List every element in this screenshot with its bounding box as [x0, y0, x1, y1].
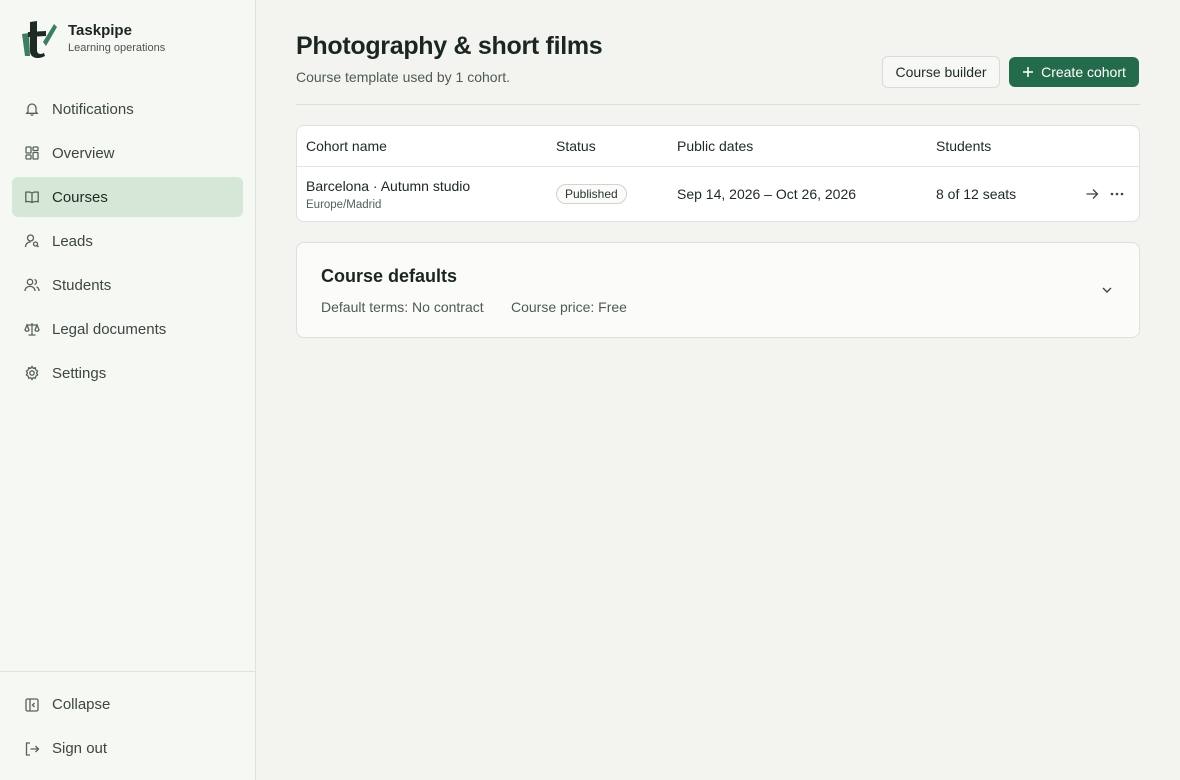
- table-row[interactable]: Barcelona · Autumn studio Europe/Madrid …: [297, 167, 1139, 221]
- table-header: Cohort name Status Public dates Students: [297, 126, 1139, 167]
- collapse-label: Collapse: [52, 696, 111, 713]
- sidebar-item-overview[interactable]: Overview: [12, 133, 243, 173]
- bell-icon: [24, 101, 40, 117]
- gear-icon: [24, 365, 40, 381]
- arrow-right-icon[interactable]: [1084, 186, 1100, 202]
- chevron-down-icon[interactable]: [1099, 282, 1115, 298]
- course-price: Course price: Free: [511, 299, 627, 315]
- column-header-status[interactable]: Status: [556, 138, 596, 154]
- create-cohort-button[interactable]: Create cohort: [1009, 57, 1139, 87]
- status-badge: Published: [556, 184, 627, 204]
- column-header-cohort-name[interactable]: Cohort name: [306, 138, 387, 154]
- user-search-icon: [24, 233, 40, 249]
- header-divider: [296, 104, 1140, 105]
- grid-icon: [24, 145, 40, 161]
- column-header-public-dates[interactable]: Public dates: [677, 138, 753, 154]
- cohort-name[interactable]: Barcelona · Autumn studio: [306, 178, 470, 194]
- cohorts-table: Cohort name Status Public dates Students…: [296, 125, 1140, 222]
- cohort-dates: Sep 14, 2026 – Oct 26, 2026: [677, 186, 857, 202]
- sidebar-nav: Notifications Overview Courses Leads Stu…: [12, 89, 243, 397]
- sidebar-item-label: Legal documents: [52, 320, 167, 338]
- sidebar-item-leads[interactable]: Leads: [12, 221, 243, 261]
- sidebar-item-label: Overview: [52, 144, 115, 162]
- create-cohort-label: Create cohort: [1041, 64, 1126, 80]
- users-icon: [24, 277, 40, 293]
- plus-icon: [1022, 66, 1034, 78]
- brand-subtitle: Learning operations: [68, 42, 166, 54]
- sidebar-item-label: Leads: [52, 232, 93, 250]
- course-builder-button[interactable]: Course builder: [882, 56, 1000, 88]
- cohort-timezone: Europe/Madrid: [306, 199, 382, 211]
- sidebar-item-settings[interactable]: Settings: [12, 353, 243, 393]
- page-subtitle: Course template used by 1 cohort.: [296, 69, 511, 85]
- scale-icon: [24, 321, 40, 337]
- more-options-icon[interactable]: [1109, 186, 1125, 202]
- sidebar-item-notifications[interactable]: Notifications: [12, 89, 243, 129]
- sidebar-item-courses[interactable]: Courses: [12, 177, 243, 217]
- sidebar-item-label: Students: [52, 276, 112, 294]
- cohort-seats: 8 of 12 seats: [936, 186, 1017, 202]
- collapse-sidebar-icon: [24, 697, 40, 713]
- course-defaults-title: Course defaults: [321, 266, 458, 286]
- page-title: Photography & short films: [296, 32, 603, 60]
- default-terms: Default terms: No contract: [321, 299, 484, 315]
- brand[interactable]: Taskpipe Learning operations: [20, 20, 165, 58]
- sidebar-item-label: Courses: [52, 188, 108, 206]
- sign-out-label: Sign out: [52, 740, 108, 757]
- sign-out-button[interactable]: Sign out: [24, 740, 107, 757]
- collapse-button[interactable]: Collapse: [24, 696, 110, 713]
- book-icon: [24, 189, 40, 205]
- sidebar: Taskpipe Learning operations Notificatio…: [0, 0, 256, 780]
- sidebar-item-students[interactable]: Students: [12, 265, 243, 305]
- sign-out-icon: [24, 741, 40, 757]
- sidebar-item-legal-documents[interactable]: Legal documents: [12, 309, 243, 349]
- taskpipe-logo: [22, 21, 57, 58]
- column-header-students[interactable]: Students: [936, 138, 991, 154]
- brand-name: Taskpipe: [68, 22, 132, 39]
- course-defaults-panel[interactable]: Course defaults Default terms: No contra…: [296, 242, 1140, 338]
- sidebar-footer: Collapse Sign out: [0, 671, 255, 780]
- sidebar-item-label: Notifications: [52, 100, 134, 118]
- sidebar-item-label: Settings: [52, 364, 107, 382]
